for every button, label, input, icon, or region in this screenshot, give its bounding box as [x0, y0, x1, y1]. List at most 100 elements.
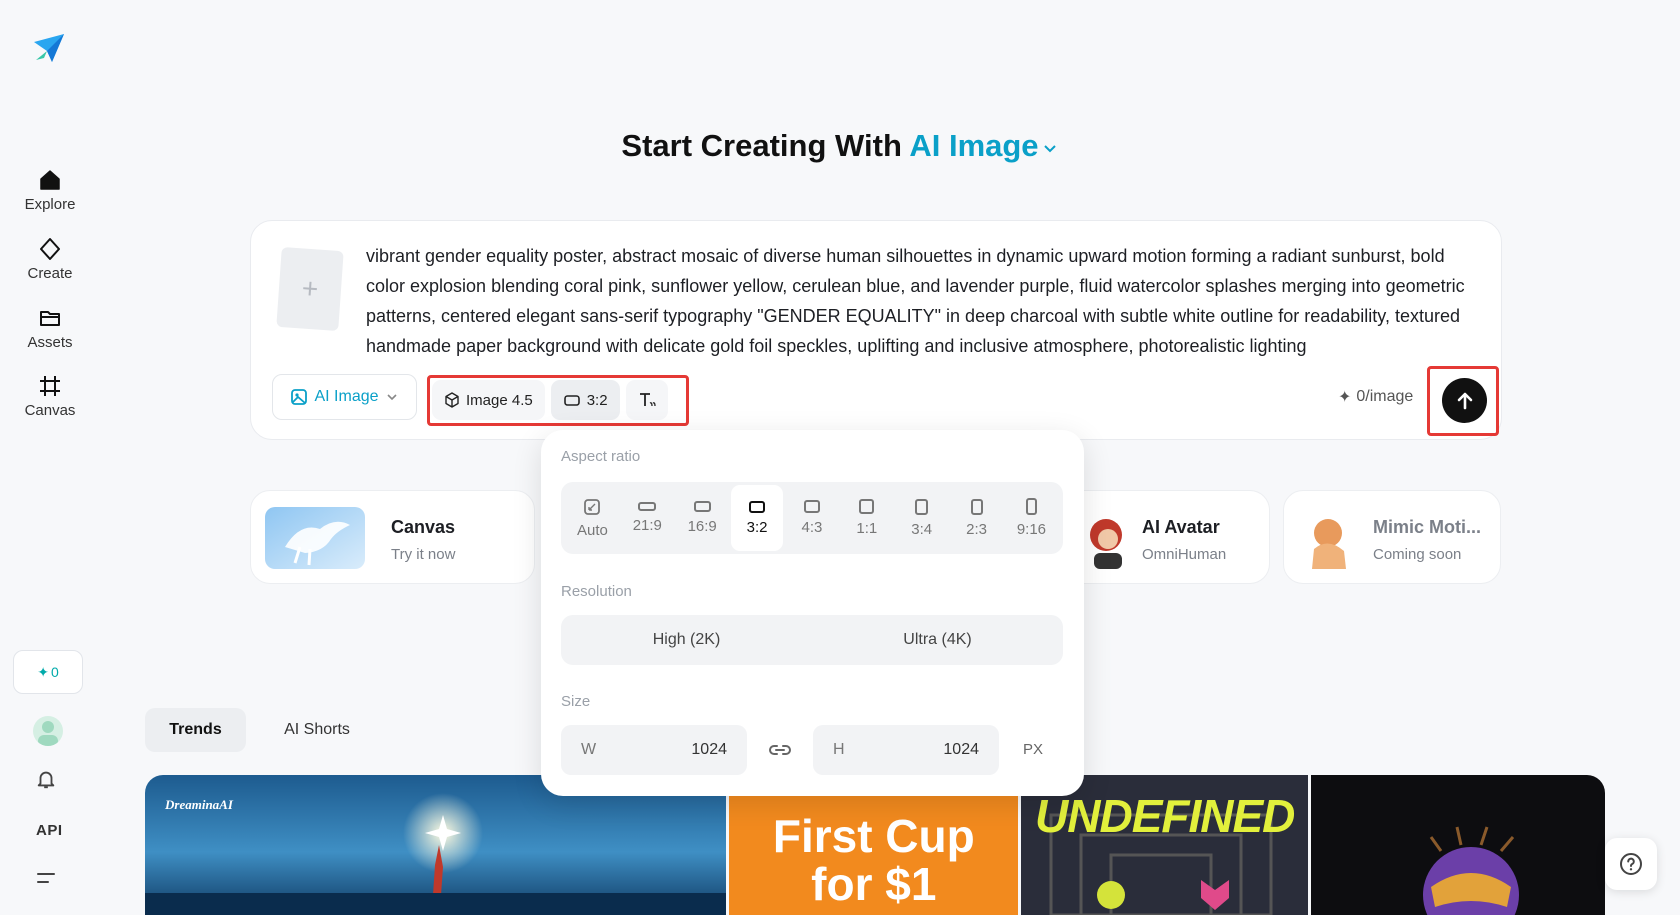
ratio-shape-icon: [638, 502, 657, 511]
prompt-card: + vibrant gender equality poster, abstra…: [250, 220, 1502, 440]
ratio-popover: Aspect ratio Auto 21:9 16:9 3:2 4:3 1:1 …: [541, 430, 1084, 796]
size-unit: PX: [1023, 741, 1044, 758]
feature-thumbnail: [1082, 507, 1132, 569]
resolution-option-4k[interactable]: Ultra (4K): [812, 631, 1063, 649]
ratio-option-9-16[interactable]: 9:16: [1005, 485, 1057, 551]
model-select-label: Image 4.5: [466, 391, 533, 409]
feature-thumbnail: [1298, 507, 1362, 569]
help-button[interactable]: [1605, 838, 1657, 890]
feature-subtitle: OmniHuman: [1142, 546, 1227, 563]
size-heading: Size: [561, 693, 591, 710]
feature-card-canvas[interactable]: Canvas Try it now: [250, 490, 535, 584]
ratio-shape-icon: [803, 500, 820, 513]
arrow-up-icon: [1457, 392, 1472, 409]
ratio-option-4-3[interactable]: 4:3: [786, 485, 838, 551]
feature-thumbnail: [265, 507, 365, 569]
ratio-shape-icon: [693, 501, 711, 512]
ratio-option-16-9[interactable]: 16:9: [676, 485, 728, 551]
resolution-heading: Resolution: [561, 583, 632, 600]
feature-title: AI Avatar: [1142, 517, 1220, 537]
page-title: Start Creating With AI Image: [0, 128, 1680, 164]
text-style-button[interactable]: [625, 380, 668, 420]
width-label: W: [581, 741, 597, 758]
ratio-shape-icon: [1025, 498, 1037, 515]
model-select[interactable]: Image 4.5: [432, 380, 545, 420]
aspect-ratio-options: Auto 21:9 16:9 3:2 4:3 1:1 3:4 2:3 9:16: [561, 482, 1063, 554]
ratio-option-21-9[interactable]: 21:9: [621, 485, 673, 551]
feature-card-ai-avatar[interactable]: AI Avatar OmniHuman: [1060, 490, 1270, 584]
avatar[interactable]: [33, 716, 63, 746]
credit-cost: ✦ 0/image: [1338, 387, 1413, 407]
credits-badge[interactable]: ✦ 0: [13, 650, 83, 694]
ratio-option-3-2[interactable]: 3:2: [731, 485, 784, 551]
height-value: 1024: [943, 741, 979, 758]
ratio-select[interactable]: 3:2: [550, 380, 620, 420]
resolution-option-2k[interactable]: High (2K): [561, 631, 812, 649]
ratio-icon: [563, 395, 580, 406]
feature-title: Mimic Moti...: [1373, 517, 1481, 537]
text-icon: [639, 393, 656, 407]
ratio-option-auto[interactable]: Auto: [566, 485, 618, 551]
reference-upload[interactable]: +: [276, 246, 344, 332]
sidebar-item-label: Explore: [24, 196, 76, 213]
sidebar-item-assets[interactable]: Assets: [10, 306, 90, 352]
ratio-label: 3:4: [911, 520, 933, 538]
feature-card-mimic-motion[interactable]: Mimic Moti... Coming soon: [1283, 490, 1501, 584]
auto-ratio-icon: [584, 498, 601, 515]
credit-cost-label: 0/image: [1356, 388, 1414, 405]
width-value: 1024: [691, 741, 727, 758]
ratio-shape-icon: [970, 498, 983, 515]
cube-icon: [445, 392, 459, 408]
mode-select[interactable]: AI Image: [272, 374, 417, 420]
mode-switcher-label: AI Image: [909, 128, 1039, 163]
image-icon: [291, 389, 308, 405]
bell-icon[interactable]: [35, 768, 57, 790]
page-title-prefix: Start Creating With: [621, 128, 902, 163]
tab-ai-shorts[interactable]: AI Shorts: [262, 708, 372, 752]
width-field[interactable]: W 1024: [561, 725, 747, 775]
height-field[interactable]: H 1024: [813, 725, 999, 775]
gallery-poster-title: UNDEFINED: [1035, 790, 1295, 842]
send-highlight-box: [1427, 366, 1499, 436]
chevron-down-icon: [386, 394, 397, 401]
gallery-item[interactable]: [1310, 775, 1605, 915]
gallery-promo-line2: for $1: [811, 858, 937, 910]
sparkle-diamond-icon: [40, 238, 60, 260]
mode-select-label: AI Image: [314, 388, 379, 405]
generate-button[interactable]: [1442, 378, 1487, 423]
ratio-option-1-1[interactable]: 1:1: [841, 485, 893, 551]
prompt-input[interactable]: vibrant gender equality poster, abstract…: [366, 241, 1476, 361]
menu-icon[interactable]: [36, 870, 56, 886]
sidebar-item-label: Assets: [27, 334, 73, 351]
sparkle-icon: ✦: [37, 663, 49, 680]
app-logo[interactable]: [30, 30, 66, 66]
ratio-label: 4:3: [801, 519, 823, 536]
ratio-label: 21:9: [632, 517, 662, 534]
sidebar-item-explore[interactable]: Explore: [10, 168, 90, 214]
folder-icon: [40, 311, 60, 326]
home-icon: [40, 170, 60, 190]
ratio-select-label: 3:2: [586, 391, 608, 409]
ratio-label: 1:1: [856, 520, 878, 537]
app-root: Explore Create Assets Canvas ✦ 0 API Sta…: [0, 0, 1680, 915]
gallery-item[interactable]: UNDEFINED: [1021, 775, 1308, 915]
tab-trends[interactable]: Trends: [145, 708, 246, 752]
ratio-option-3-4[interactable]: 3:4: [896, 485, 948, 551]
sidebar-item-create[interactable]: Create: [10, 237, 90, 283]
ratio-option-2-3[interactable]: 2:3: [951, 485, 1003, 551]
plus-icon: +: [300, 272, 320, 305]
ratio-label: 2:3: [966, 520, 987, 538]
gallery-item[interactable]: First Cup for $1: [728, 775, 1019, 915]
mode-switcher[interactable]: AI Image: [909, 128, 1058, 163]
sidebar-item-canvas[interactable]: Canvas: [10, 374, 90, 420]
sidebar-item-label: Create: [27, 265, 73, 282]
chevron-down-icon: [1043, 145, 1056, 153]
ratio-label: 16:9: [687, 518, 717, 535]
gallery-item[interactable]: DreaminaAI: [145, 775, 726, 915]
link-icon[interactable]: [768, 740, 792, 760]
api-link[interactable]: API: [36, 822, 63, 839]
sparkle-icon: ✦: [1338, 389, 1352, 406]
gallery-watermark: DreaminaAI: [165, 797, 233, 812]
sidebar-item-label: Canvas: [24, 402, 76, 419]
gallery-promo-line1: First Cup: [772, 810, 975, 862]
